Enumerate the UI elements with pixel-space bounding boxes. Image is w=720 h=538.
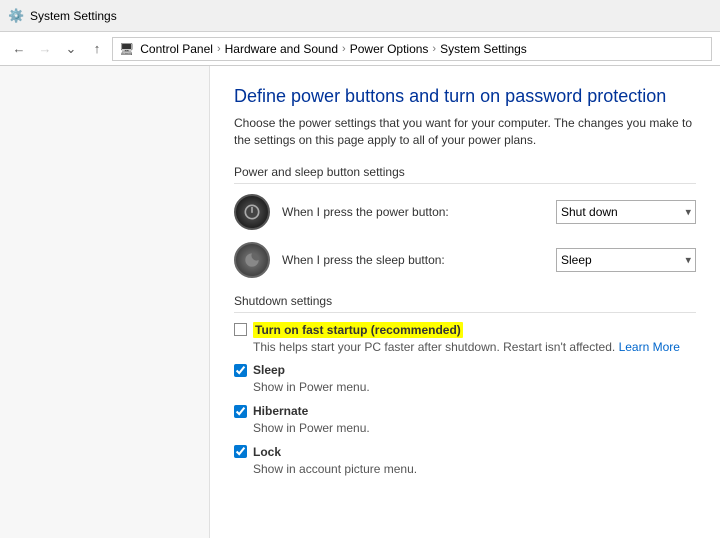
sep1: › bbox=[217, 43, 221, 55]
shutdown-section: Shutdown settings Turn on fast startup (… bbox=[234, 294, 696, 478]
dropdown-button[interactable]: ⌄ bbox=[60, 38, 82, 60]
lock-label: Lock bbox=[253, 445, 281, 459]
fast-startup-row: Turn on fast startup (recommended) bbox=[234, 323, 696, 337]
sleep-button-select[interactable]: Sleep Hibernate Shut down Turn off the d… bbox=[556, 248, 696, 272]
sleep-select-wrapper[interactable]: Sleep Hibernate Shut down Turn off the d… bbox=[556, 248, 696, 272]
sleep-button-icon bbox=[234, 242, 270, 278]
fast-startup-description: This helps start your PC faster after sh… bbox=[253, 339, 696, 356]
hibernate-row: Hibernate bbox=[234, 404, 696, 418]
power-button-label: When I press the power button: bbox=[282, 205, 544, 219]
sleep-button-row: When I press the sleep button: Sleep Hib… bbox=[234, 242, 696, 278]
lock-row: Lock bbox=[234, 445, 696, 459]
breadcrumb-power-options[interactable]: Power Options bbox=[350, 42, 429, 56]
sleep-svg-icon bbox=[242, 250, 262, 270]
power-select-wrapper[interactable]: Shut down Sleep Hibernate Turn off the d… bbox=[556, 200, 696, 224]
sep2: › bbox=[342, 43, 346, 55]
sidebar bbox=[0, 66, 210, 538]
fast-startup-highlight: Turn on fast startup (recommended) bbox=[253, 322, 463, 338]
page-description: Choose the power settings that you want … bbox=[234, 115, 696, 149]
sleep-checkbox[interactable] bbox=[234, 364, 247, 377]
address-bar: ← → ⌄ ↑ 🖥 Control Panel › Hardware and S… bbox=[0, 32, 720, 66]
title-bar: ⚙️ System Settings bbox=[0, 0, 720, 32]
power-button-icon bbox=[234, 194, 270, 230]
fast-startup-item: Turn on fast startup (recommended) This … bbox=[234, 323, 696, 356]
window-icon: ⚙️ bbox=[8, 8, 24, 24]
breadcrumb-path: 🖥 Control Panel › Hardware and Sound › P… bbox=[112, 37, 712, 61]
breadcrumb-hardware-sound[interactable]: Hardware and Sound bbox=[225, 42, 338, 56]
main-content: Define power buttons and turn on passwor… bbox=[210, 66, 720, 538]
page-title: Define power buttons and turn on passwor… bbox=[234, 86, 696, 107]
fast-startup-label: Turn on fast startup (recommended) bbox=[253, 323, 463, 337]
hibernate-description: Show in Power menu. bbox=[253, 420, 696, 437]
sleep-row: Sleep bbox=[234, 363, 696, 377]
sleep-description: Show in Power menu. bbox=[253, 379, 696, 396]
lock-description: Show in account picture menu. bbox=[253, 461, 696, 478]
up-button[interactable]: ↑ bbox=[86, 38, 108, 60]
power-sleep-section-header: Power and sleep button settings bbox=[234, 165, 696, 184]
sleep-item: Sleep Show in Power menu. bbox=[234, 363, 696, 396]
lock-checkbox[interactable] bbox=[234, 445, 247, 458]
power-button-select[interactable]: Shut down Sleep Hibernate Turn off the d… bbox=[556, 200, 696, 224]
cp-icon: 🖥 bbox=[119, 42, 134, 56]
lock-item: Lock Show in account picture menu. bbox=[234, 445, 696, 478]
content-area: Define power buttons and turn on passwor… bbox=[0, 66, 720, 538]
breadcrumb-control-panel[interactable]: Control Panel bbox=[140, 42, 213, 56]
breadcrumb-system-settings[interactable]: System Settings bbox=[440, 42, 527, 56]
power-button-row: When I press the power button: Shut down… bbox=[234, 194, 696, 230]
window-title: System Settings bbox=[30, 9, 117, 23]
hibernate-label: Hibernate bbox=[253, 404, 308, 418]
hibernate-checkbox[interactable] bbox=[234, 405, 247, 418]
shutdown-section-header: Shutdown settings bbox=[234, 294, 696, 313]
forward-button[interactable]: → bbox=[34, 38, 56, 60]
power-svg-icon bbox=[242, 202, 262, 222]
hibernate-item: Hibernate Show in Power menu. bbox=[234, 404, 696, 437]
fast-startup-checkbox[interactable] bbox=[234, 323, 247, 336]
learn-more-link[interactable]: Learn More bbox=[619, 340, 680, 354]
sleep-label: Sleep bbox=[253, 363, 285, 377]
sep3: › bbox=[432, 43, 436, 55]
sleep-button-label: When I press the sleep button: bbox=[282, 253, 544, 267]
back-button[interactable]: ← bbox=[8, 38, 30, 60]
